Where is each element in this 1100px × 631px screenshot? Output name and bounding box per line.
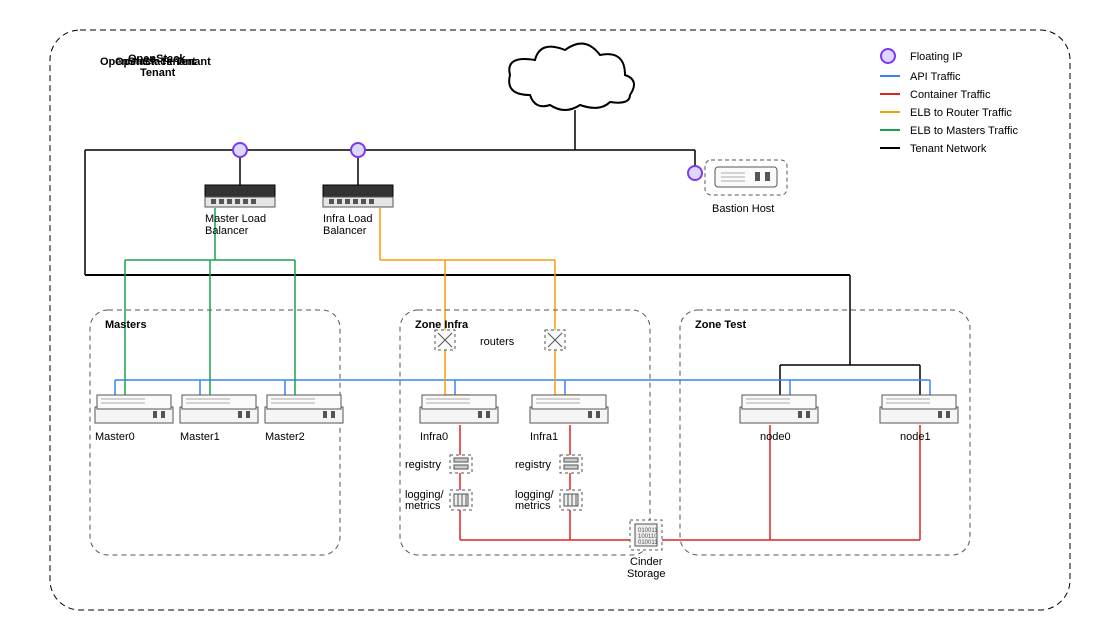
registry1-icon — [560, 455, 582, 473]
master-lb-icon — [205, 185, 275, 207]
bastion-icon — [715, 167, 777, 187]
cinder-label: CinderStorage — [627, 556, 666, 580]
master0-icon — [95, 395, 173, 423]
master2-label: Master2 — [265, 431, 305, 443]
legend: Floating IP API Traffic Container Traffi… — [880, 49, 1019, 155]
svg-text:Tenant: Tenant — [140, 67, 176, 79]
bastion-label: Bastion Host — [712, 203, 774, 215]
legend-elb-router: ELB to Router Traffic — [910, 107, 1012, 119]
registry1-label: registry — [515, 459, 552, 471]
fip-infra-lb — [351, 143, 365, 157]
logging1-icon — [560, 490, 582, 510]
master1-label: Master1 — [180, 431, 220, 443]
legend-container: Container Traffic — [910, 89, 991, 101]
svg-text:OpenStack: OpenStack — [128, 53, 186, 65]
infra-lb-label: Infra LoadBalancer — [323, 213, 373, 237]
node0-label: node0 — [760, 431, 791, 443]
master2-icon — [265, 395, 343, 423]
zone-masters-label: Masters — [105, 319, 147, 331]
zone-test-label: Zone Test — [695, 319, 746, 331]
master0-label: Master0 — [95, 431, 135, 443]
router0-icon — [435, 330, 455, 350]
infra1-icon — [530, 395, 608, 423]
router1-icon — [545, 330, 565, 350]
api-traffic-lines — [115, 380, 930, 395]
node1-icon — [880, 395, 958, 423]
zone-infra-label: Zone Infra — [415, 319, 469, 331]
cinder-icon — [630, 520, 662, 550]
container-traffic-lines — [460, 425, 920, 540]
cloud-icon — [509, 44, 634, 110]
node1-label: node1 — [900, 431, 931, 443]
logging1-label: logging/metrics — [515, 489, 554, 512]
registry0-label: registry — [405, 459, 442, 471]
infra-lb-icon — [323, 185, 393, 207]
infra0-icon — [420, 395, 498, 423]
infra1-label: Infra1 — [530, 431, 558, 443]
logging0-icon — [450, 490, 472, 510]
legend-tenant: Tenant Network — [910, 143, 987, 155]
master1-icon — [180, 395, 258, 423]
infra0-label: Infra0 — [420, 431, 448, 443]
logging0-label: logging/metrics — [405, 489, 444, 512]
fip-master-lb — [233, 143, 247, 157]
elb-router-lines — [380, 208, 580, 395]
legend-api: API Traffic — [910, 71, 961, 83]
registry0-icon — [450, 455, 472, 473]
legend-fip: Floating IP — [910, 51, 963, 63]
diagram-canvas: 010011 100110 010011 OpenStack Tenant Op… — [0, 0, 1100, 631]
fip-bastion — [688, 166, 702, 180]
routers-label: routers — [480, 336, 515, 348]
node0-icon — [740, 395, 818, 423]
legend-elb-masters: ELB to Masters Traffic — [910, 125, 1019, 137]
master-lb-label: Master LoadBalancer — [205, 213, 266, 237]
